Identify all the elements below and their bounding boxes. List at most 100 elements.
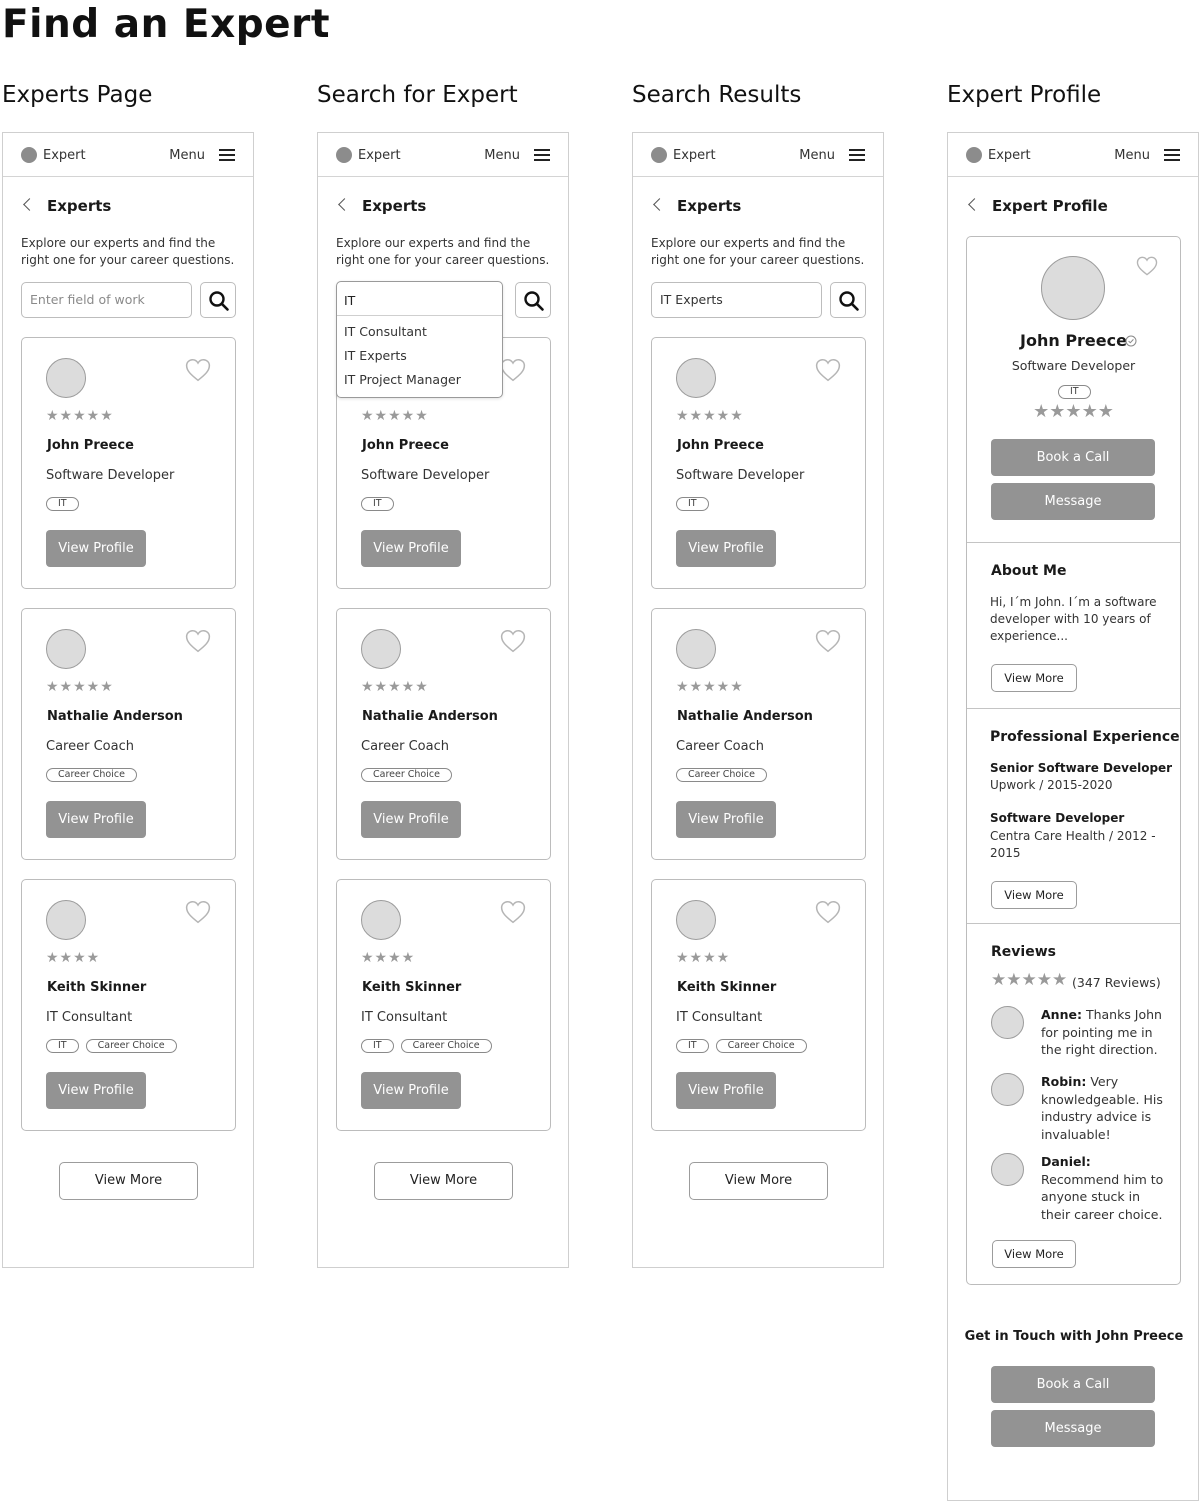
search-input[interactable]: Enter field of work [21,282,192,318]
tag-list: Career Choice [676,768,767,782]
heart-icon[interactable] [1136,256,1158,276]
verified-check-icon [1125,335,1137,347]
column-title-expert-profile: Expert Profile [947,82,1102,108]
expert-name: John Preece [1020,331,1127,350]
screen-search-for-expert: Expert Menu Experts Explore our experts and… [317,132,569,1268]
back-chevron-icon[interactable] [23,198,36,211]
expert-role: IT Consultant [46,1010,133,1025]
expert-name: John Preece [677,438,764,453]
expert-name: John Preece [362,438,449,453]
message-button[interactable]: Message [991,1410,1155,1447]
logo-icon[interactable] [21,147,37,163]
column-title-experts-page: Experts Page [2,82,153,108]
logo-text[interactable]: Expert [43,148,86,163]
view-profile-button[interactable]: View Profile [361,530,461,567]
rating-stars: ★★★★★ [676,679,744,695]
hamburger-menu-icon[interactable] [219,149,235,161]
rating-stars: ★★★★★ [46,679,114,695]
about-view-more-button[interactable]: View More [991,664,1077,692]
view-more-button[interactable]: View More [374,1162,513,1200]
logo-icon[interactable] [336,147,352,163]
search-input[interactable]: IT Experts [651,282,822,318]
divider [337,315,502,316]
rating-stars: ★★★★★ [361,408,429,424]
review-text: Recommend him to anyone stuck in their c… [1041,1171,1164,1222]
expert-name: Keith Skinner [362,980,462,995]
avatar [46,358,86,398]
menu-label[interactable]: Menu [169,148,205,163]
back-chevron-icon[interactable] [968,198,981,211]
rating-stars: ★★★★ [676,950,731,966]
heart-icon[interactable] [185,629,211,657]
heart-icon[interactable] [185,900,211,928]
review-item: Robin: Very knowledgeable. His industry … [1041,1073,1165,1143]
logo-icon[interactable] [966,147,982,163]
view-more-button[interactable]: View More [59,1162,198,1200]
expert-name: Nathalie Anderson [362,709,498,724]
heart-icon[interactable] [500,629,526,657]
book-call-button[interactable]: Book a Call [991,439,1155,476]
hamburger-menu-icon[interactable] [534,149,550,161]
search-autocomplete-dropdown[interactable]: IT IT Consultant IT Experts IT Project Mana… [336,281,503,398]
expert-name: Keith Skinner [677,980,777,995]
dropdown-option[interactable]: IT Experts [344,348,407,363]
experience-view-more-button[interactable]: View More [991,881,1077,909]
view-profile-button[interactable]: View Profile [361,1072,461,1109]
expert-tag: Career Choice [715,1039,807,1053]
logo-text[interactable]: Expert [988,148,1031,163]
dropdown-option[interactable]: IT Consultant [344,324,427,339]
search-input-value[interactable]: IT [344,293,355,308]
menu-label[interactable]: Menu [799,148,835,163]
avatar [676,629,716,669]
search-button[interactable] [830,282,866,318]
search-button[interactable] [515,282,551,318]
reviews-view-more-button[interactable]: View More [992,1240,1076,1268]
logo-icon[interactable] [651,147,667,163]
expert-card: ★★★★ Keith Skinner IT Consultant IT Career C… [21,879,236,1131]
expert-card: ★★★★★ John Preece Software Developer IT View… [651,337,866,589]
avatar [361,900,401,940]
tag-list: IT Career Choice [361,1039,492,1053]
view-profile-button[interactable]: View Profile [676,1072,776,1109]
back-chevron-icon[interactable] [338,198,351,211]
expert-role: Career Coach [361,739,449,754]
dropdown-option[interactable]: IT Project Manager [344,372,461,387]
experience-title: Professional Experience [990,729,1180,745]
avatar [1041,256,1105,320]
hamburger-menu-icon[interactable] [1164,149,1180,161]
about-title: About Me [991,563,1067,579]
message-button[interactable]: Message [991,483,1155,520]
tag-list: IT [361,497,394,511]
expert-role: IT Consultant [361,1010,448,1025]
view-profile-button[interactable]: View Profile [676,801,776,838]
view-profile-button[interactable]: View Profile [46,801,146,838]
job-detail: Centra Care Health / 2012 - 2015 [990,829,1156,860]
heart-icon[interactable] [815,629,841,657]
heart-icon[interactable] [815,900,841,928]
logo-text[interactable]: Expert [673,148,716,163]
view-profile-button[interactable]: View Profile [46,1072,146,1109]
expert-tag: IT [361,497,394,511]
expert-tag: Career Choice [400,1039,492,1053]
heart-icon[interactable] [500,358,526,386]
view-profile-button[interactable]: View Profile [46,530,146,567]
heart-icon[interactable] [815,358,841,386]
logo-text[interactable]: Expert [358,148,401,163]
search-button[interactable] [200,282,236,318]
heart-icon[interactable] [500,900,526,928]
menu-label[interactable]: Menu [1114,148,1150,163]
view-more-button[interactable]: View More [689,1162,828,1200]
job-detail: Upwork / 2015-2020 [990,778,1113,792]
menu-label[interactable]: Menu [484,148,520,163]
hamburger-menu-icon[interactable] [849,149,865,161]
screen-heading: Experts [362,197,427,215]
about-text: Hi, I´m John. I´m a software developer w… [990,595,1157,643]
review-avatar [991,1153,1024,1186]
view-profile-button[interactable]: View Profile [361,801,461,838]
book-call-button[interactable]: Book a Call [991,1366,1155,1403]
view-profile-button[interactable]: View Profile [676,530,776,567]
review-item: Anne: Thanks John for pointing me in the… [1041,1006,1165,1059]
expert-tag: Career Choice [676,768,767,782]
back-chevron-icon[interactable] [653,198,666,211]
heart-icon[interactable] [185,358,211,386]
